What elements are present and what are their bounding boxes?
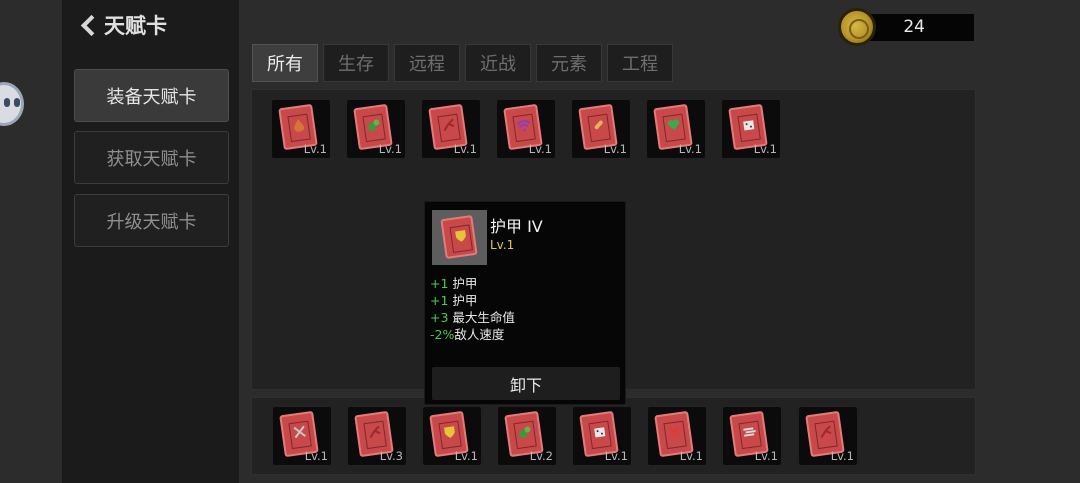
card-tooltip: 护甲 IV Lv.1 +1 护甲 +1 护甲 +3 最大生命值 -2%敌人速度 … [424, 201, 626, 405]
inventory-card-slot[interactable]: Lv.1 [347, 100, 405, 158]
drop-icon [294, 118, 305, 132]
plant-icon [519, 426, 531, 439]
branch-icon [443, 118, 455, 132]
card-level: Lv.1 [304, 449, 328, 463]
inventory-card-slot[interactable]: Lv.1 [497, 100, 555, 158]
tab-all[interactable]: 所有 [252, 44, 318, 82]
equipped-card-slot[interactable]: Lv.1 [648, 407, 706, 465]
tooltip-title: 护甲 IV [490, 217, 543, 236]
stat-value: +1 [430, 276, 449, 291]
speed-icon [743, 427, 756, 437]
inventory-card-slot[interactable]: Lv.1 [422, 100, 480, 158]
stat-value: +1 [430, 293, 449, 308]
inventory-card-slot[interactable]: Lv.1 [722, 100, 780, 158]
card-level: Lv.1 [604, 449, 628, 463]
card-level: Lv.1 [830, 449, 854, 463]
card-level: Lv.1 [603, 142, 627, 156]
card-level: Lv.2 [529, 449, 553, 463]
tab-ranged[interactable]: 远程 [394, 44, 460, 82]
wifi-icon [516, 120, 531, 132]
equip-talent-cards-button[interactable]: 装备天赋卡 [74, 69, 229, 122]
card-level: Lv.1 [528, 142, 552, 156]
card-level: Lv.1 [453, 142, 477, 156]
x-icon [669, 426, 681, 438]
equipped-card-slot[interactable]: Lv.1 [723, 407, 781, 465]
card-level: Lv.1 [753, 142, 777, 156]
card-level: Lv.1 [378, 142, 402, 156]
equipped-card-slot[interactable]: Lv.1 [273, 407, 331, 465]
upgrade-talent-cards-button[interactable]: 升级天赋卡 [74, 194, 229, 247]
stat-text: 敌人速度 [454, 327, 505, 342]
inventory-card-slot[interactable]: Lv.1 [572, 100, 630, 158]
stat-text: 护甲 [452, 276, 478, 291]
stat-text: 最大生命值 [452, 310, 515, 325]
cross-swords-icon [293, 425, 306, 439]
page-title: 天赋卡 [104, 14, 167, 38]
plant-icon [368, 119, 380, 132]
get-talent-cards-button[interactable]: 获取天赋卡 [74, 131, 229, 184]
branch-icon [820, 425, 832, 439]
header: 天赋卡 [80, 10, 167, 40]
bullet-icon [594, 120, 603, 130]
stat-value: -2% [430, 327, 455, 342]
equipped-card-slot[interactable]: Lv.3 [348, 407, 406, 465]
category-tabs: 所有 生存 远程 近战 元素 工程 [252, 44, 673, 82]
unequip-button[interactable]: 卸下 [432, 367, 620, 400]
equipped-card-slot[interactable]: Lv.2 [498, 407, 556, 465]
background-left [0, 0, 62, 483]
stat-line: -2%敌人速度 [430, 324, 504, 343]
tab-melee[interactable]: 近战 [465, 44, 531, 82]
stat-value: +3 [430, 310, 449, 325]
equipped-card-slot[interactable]: Lv.1 [799, 407, 857, 465]
equipped-card-slot[interactable]: Lv.1 [423, 407, 481, 465]
tooltip-level: Lv.1 [490, 238, 515, 252]
shield-icon [444, 426, 455, 438]
dice-icon [594, 427, 606, 438]
card-level: Lv.3 [379, 449, 403, 463]
inventory-card-slot[interactable]: Lv.1 [647, 100, 705, 158]
stat-text: 护甲 [452, 293, 478, 308]
tab-engineering[interactable]: 工程 [607, 44, 673, 82]
tooltip-card-thumbnail [432, 210, 487, 265]
branch-icon [369, 425, 381, 439]
card-level: Lv.1 [303, 142, 327, 156]
heart-icon [667, 119, 680, 130]
shield-icon [455, 230, 466, 242]
inventory-card-slot[interactable]: Lv.1 [272, 100, 330, 158]
coin-count: 24 [903, 17, 925, 37]
card-level: Lv.1 [679, 449, 703, 463]
card-level: Lv.1 [454, 449, 478, 463]
tab-elemental[interactable]: 元素 [536, 44, 602, 82]
equipped-card-slot[interactable]: Lv.1 [573, 407, 631, 465]
tab-survival[interactable]: 生存 [323, 44, 389, 82]
talent-card [440, 214, 478, 260]
card-level: Lv.1 [754, 449, 778, 463]
back-arrow-icon[interactable] [80, 14, 96, 36]
card-level: Lv.1 [678, 142, 702, 156]
dice-icon [743, 120, 755, 131]
